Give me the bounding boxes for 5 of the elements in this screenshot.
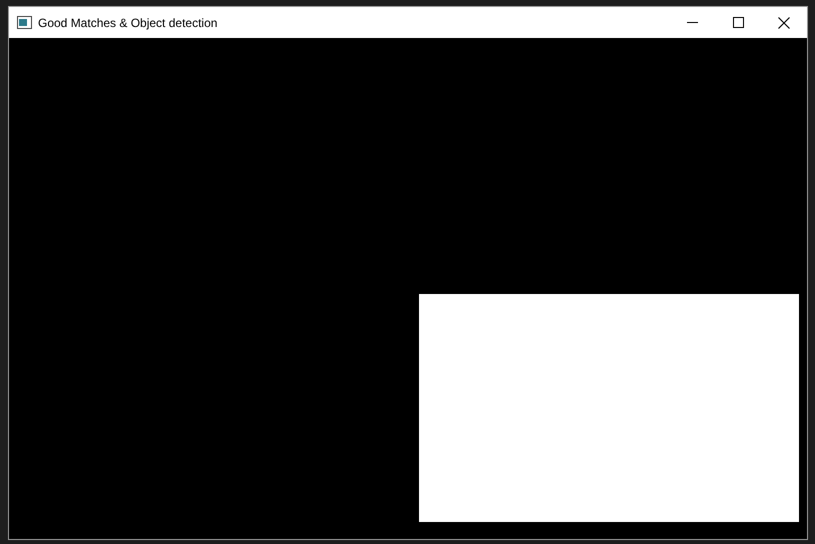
close-icon: [778, 16, 790, 28]
minimize-icon: [686, 22, 698, 23]
window-title: Good Matches & Object detection: [38, 14, 218, 32]
window-app-icon: [17, 16, 32, 29]
maximize-icon: [732, 17, 744, 28]
